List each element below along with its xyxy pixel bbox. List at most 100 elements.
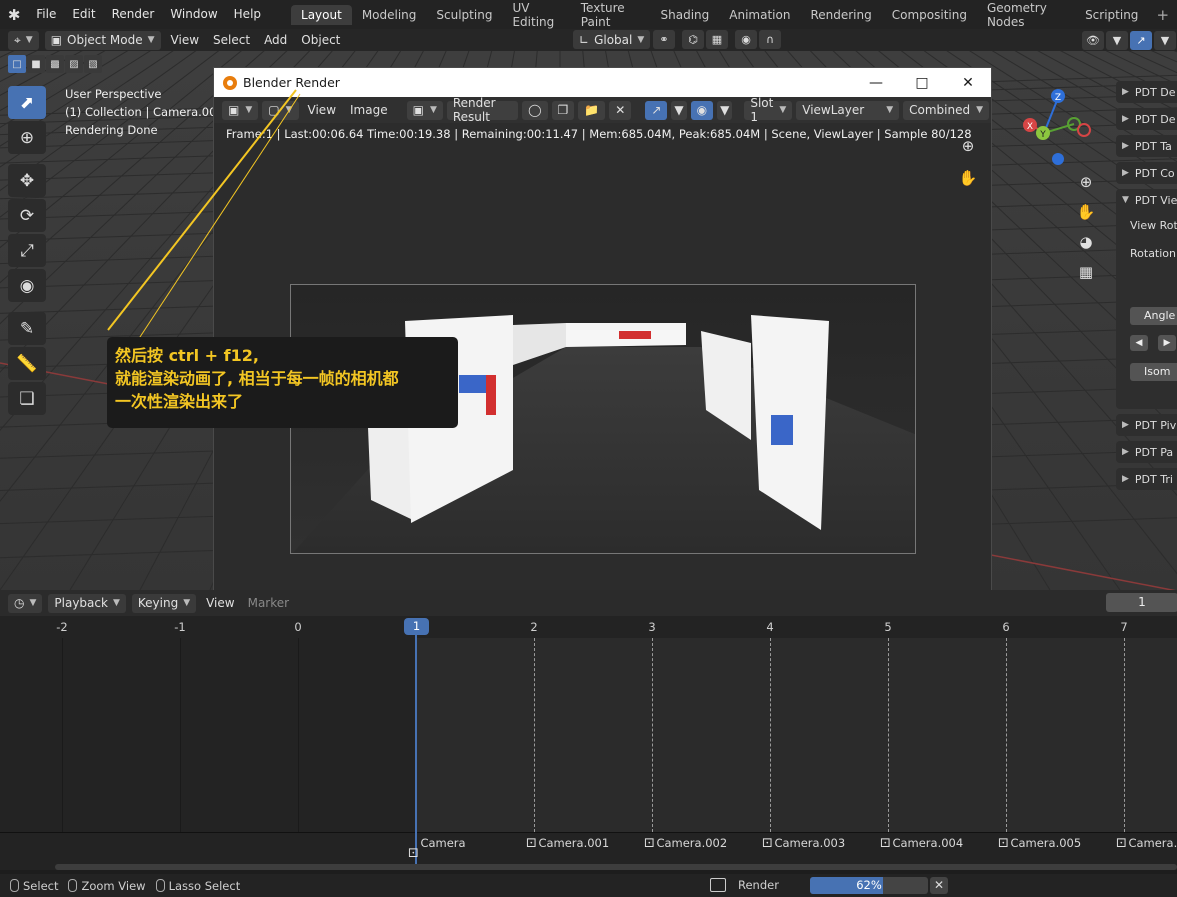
navigation-gizmo[interactable]: Z X Y — [1012, 86, 1102, 176]
menu-view[interactable]: View — [164, 33, 206, 47]
grid-perspective-icon[interactable]: ▦ — [1072, 261, 1100, 283]
chevron-down-icon[interactable]: ▼ — [1154, 30, 1176, 50]
zoom-icon[interactable]: ⊕ — [1072, 171, 1100, 193]
measure-icon[interactable]: 📏 — [8, 347, 46, 380]
npanel-item[interactable]: ▶ PDT Pa — [1116, 441, 1177, 463]
view-mode-dropdown[interactable]: ▢ ▼ — [262, 100, 299, 120]
tab-layout[interactable]: Layout — [291, 4, 352, 25]
select-intersect-icon[interactable]: ▧ — [84, 55, 102, 73]
menu-object[interactable]: Object — [294, 33, 347, 47]
pass-dropdown[interactable]: Combined ▼ — [903, 100, 989, 120]
playhead-frame-badge[interactable]: 1 — [404, 618, 429, 635]
snap-icon[interactable]: ⌬ — [682, 30, 704, 49]
object-mode-dropdown[interactable]: ▣ Object Mode ▼ — [44, 30, 161, 50]
menu-view[interactable]: View — [301, 103, 343, 117]
blender-logo-icon[interactable]: ✱ — [0, 0, 28, 29]
camera-marker[interactable]: ⚀ Camera — [408, 836, 466, 860]
neg-x-handle[interactable] — [1077, 123, 1091, 137]
isometric-button[interactable]: Isom — [1130, 363, 1177, 381]
chevron-down-icon[interactable]: ▼ — [717, 100, 733, 120]
npanel-item[interactable]: ▶ PDT Ta — [1116, 135, 1177, 157]
pan-hand-icon[interactable]: ✋ — [956, 167, 980, 189]
overlay-icon[interactable]: ◉ — [690, 100, 714, 120]
pan-hand-icon[interactable]: ✋ — [1072, 201, 1100, 223]
tab-compositing[interactable]: Compositing — [882, 5, 977, 25]
slot-dropdown[interactable]: Slot 1 ▼ — [744, 96, 793, 124]
tab-animation[interactable]: Animation — [719, 5, 800, 25]
open-folder-icon[interactable]: 📁 — [578, 100, 606, 120]
menu-marker[interactable]: Marker — [242, 596, 295, 610]
falloff-icon[interactable]: ∩ — [759, 30, 781, 49]
transform-orientation-dropdown[interactable]: ∟ Global ▼ — [573, 30, 651, 49]
fake-user-icon[interactable]: ◯ — [522, 100, 548, 120]
timeline-scrollbar[interactable] — [55, 864, 1177, 870]
menu-select[interactable]: Select — [206, 33, 257, 47]
tab-geometry-nodes[interactable]: Geometry Nodes — [977, 0, 1075, 32]
playhead-line[interactable] — [415, 624, 417, 870]
select-subtract-icon[interactable]: ▩ — [46, 55, 64, 73]
image-name-field[interactable]: Render Result — [446, 96, 519, 124]
npanel-item[interactable]: ▶ PDT De — [1116, 108, 1177, 130]
menu-file[interactable]: File — [28, 0, 64, 29]
camera-marker[interactable]: ⚀ Camera.004 — [880, 836, 963, 850]
chevron-down-icon[interactable]: ▼ — [1106, 30, 1128, 50]
maximize-icon[interactable]: □ — [899, 68, 945, 97]
arrow-left-icon[interactable]: ◀ — [1130, 335, 1148, 351]
sample-tool-icon[interactable]: ↗ — [645, 100, 668, 120]
select-extend-icon[interactable]: ■ — [27, 55, 45, 73]
tab-modeling[interactable]: Modeling — [352, 5, 427, 25]
menu-edit[interactable]: Edit — [64, 0, 103, 29]
select-cursor-icon[interactable]: ⬈ — [8, 86, 46, 119]
unlink-icon[interactable]: ✕ — [609, 100, 632, 120]
timeline-area[interactable]: -2 -1 0 2 3 4 5 6 7 1 ⚀ Camera ⚀ Camera.001 ⚀ Camera.… — [0, 616, 1177, 870]
tab-texture-paint[interactable]: Texture Paint — [571, 0, 651, 32]
add-cube-icon[interactable]: ❏ — [8, 382, 46, 415]
angle-button[interactable]: Angle — [1130, 307, 1177, 325]
menu-help[interactable]: Help — [226, 0, 269, 29]
select-box-icon[interactable]: □ — [8, 55, 26, 73]
select-invert-icon[interactable]: ▨ — [65, 55, 83, 73]
chevron-down-icon[interactable]: ▼ — [671, 100, 687, 120]
npanel-open-header[interactable]: ▼ PDT Vie — [1116, 189, 1177, 211]
keying-dropdown[interactable]: Keying ▼ — [131, 593, 197, 613]
tab-rendering[interactable]: Rendering — [800, 5, 881, 25]
annotate-icon[interactable]: ✎ — [8, 312, 46, 345]
menu-render[interactable]: Render — [104, 0, 163, 29]
tab-sculpting[interactable]: Sculpting — [426, 5, 502, 25]
view-layer-dropdown[interactable]: ViewLayer ▼ — [796, 100, 900, 120]
gizmo-toggle-icon[interactable]: ↗ — [1130, 30, 1152, 50]
playback-dropdown[interactable]: Playback ▼ — [48, 593, 126, 613]
cancel-render-button[interactable]: ✕ — [930, 877, 948, 894]
menu-image[interactable]: Image — [343, 103, 395, 117]
minimize-icon[interactable]: — — [853, 68, 899, 97]
transform-icon[interactable]: ◉ — [8, 269, 46, 302]
menu-window[interactable]: Window — [162, 0, 225, 29]
npanel-item[interactable]: ▶ PDT Piv — [1116, 414, 1177, 436]
tab-shading[interactable]: Shading — [651, 5, 720, 25]
camera-view-icon[interactable]: ◕ — [1072, 231, 1100, 253]
menu-view[interactable]: View — [199, 596, 241, 610]
camera-marker[interactable]: ⚀Camera.0 — [1116, 836, 1177, 850]
scale-icon[interactable]: ⤢ — [8, 234, 46, 267]
neg-z-handle[interactable] — [1052, 153, 1064, 165]
new-image-icon[interactable]: ❐ — [551, 100, 575, 120]
close-icon[interactable]: ✕ — [945, 68, 991, 97]
editor-type-dropdown[interactable]: ◷ ▼ — [8, 593, 43, 613]
visibility-icon[interactable]: 👁 — [1082, 30, 1104, 50]
camera-marker[interactable]: ⚀ Camera.005 — [998, 836, 1081, 850]
arrow-right-icon[interactable]: ▶ — [1158, 335, 1176, 351]
proportional-edit-icon[interactable]: ◉ — [735, 30, 757, 49]
tab-uv-editing[interactable]: UV Editing — [502, 0, 570, 32]
rotate-icon[interactable]: ⟳ — [8, 199, 46, 232]
npanel-item[interactable]: ▶ PDT Tri — [1116, 468, 1177, 490]
editor-type-dropdown[interactable]: ▣ ▼ — [222, 100, 259, 120]
current-frame-field[interactable]: 1 — [1106, 593, 1177, 612]
tab-scripting[interactable]: Scripting — [1075, 5, 1148, 25]
move-icon[interactable]: ✥ — [8, 164, 46, 197]
npanel-item[interactable]: ▶ PDT De — [1116, 81, 1177, 103]
camera-marker[interactable]: ⚀ Camera.002 — [644, 836, 727, 850]
camera-marker[interactable]: ⚀ Camera.001 — [526, 836, 609, 850]
camera-marker[interactable]: ⚀ Camera.003 — [762, 836, 845, 850]
snap-grid-icon[interactable]: ▦ — [706, 30, 728, 49]
add-workspace-button[interactable]: + — [1148, 6, 1177, 24]
